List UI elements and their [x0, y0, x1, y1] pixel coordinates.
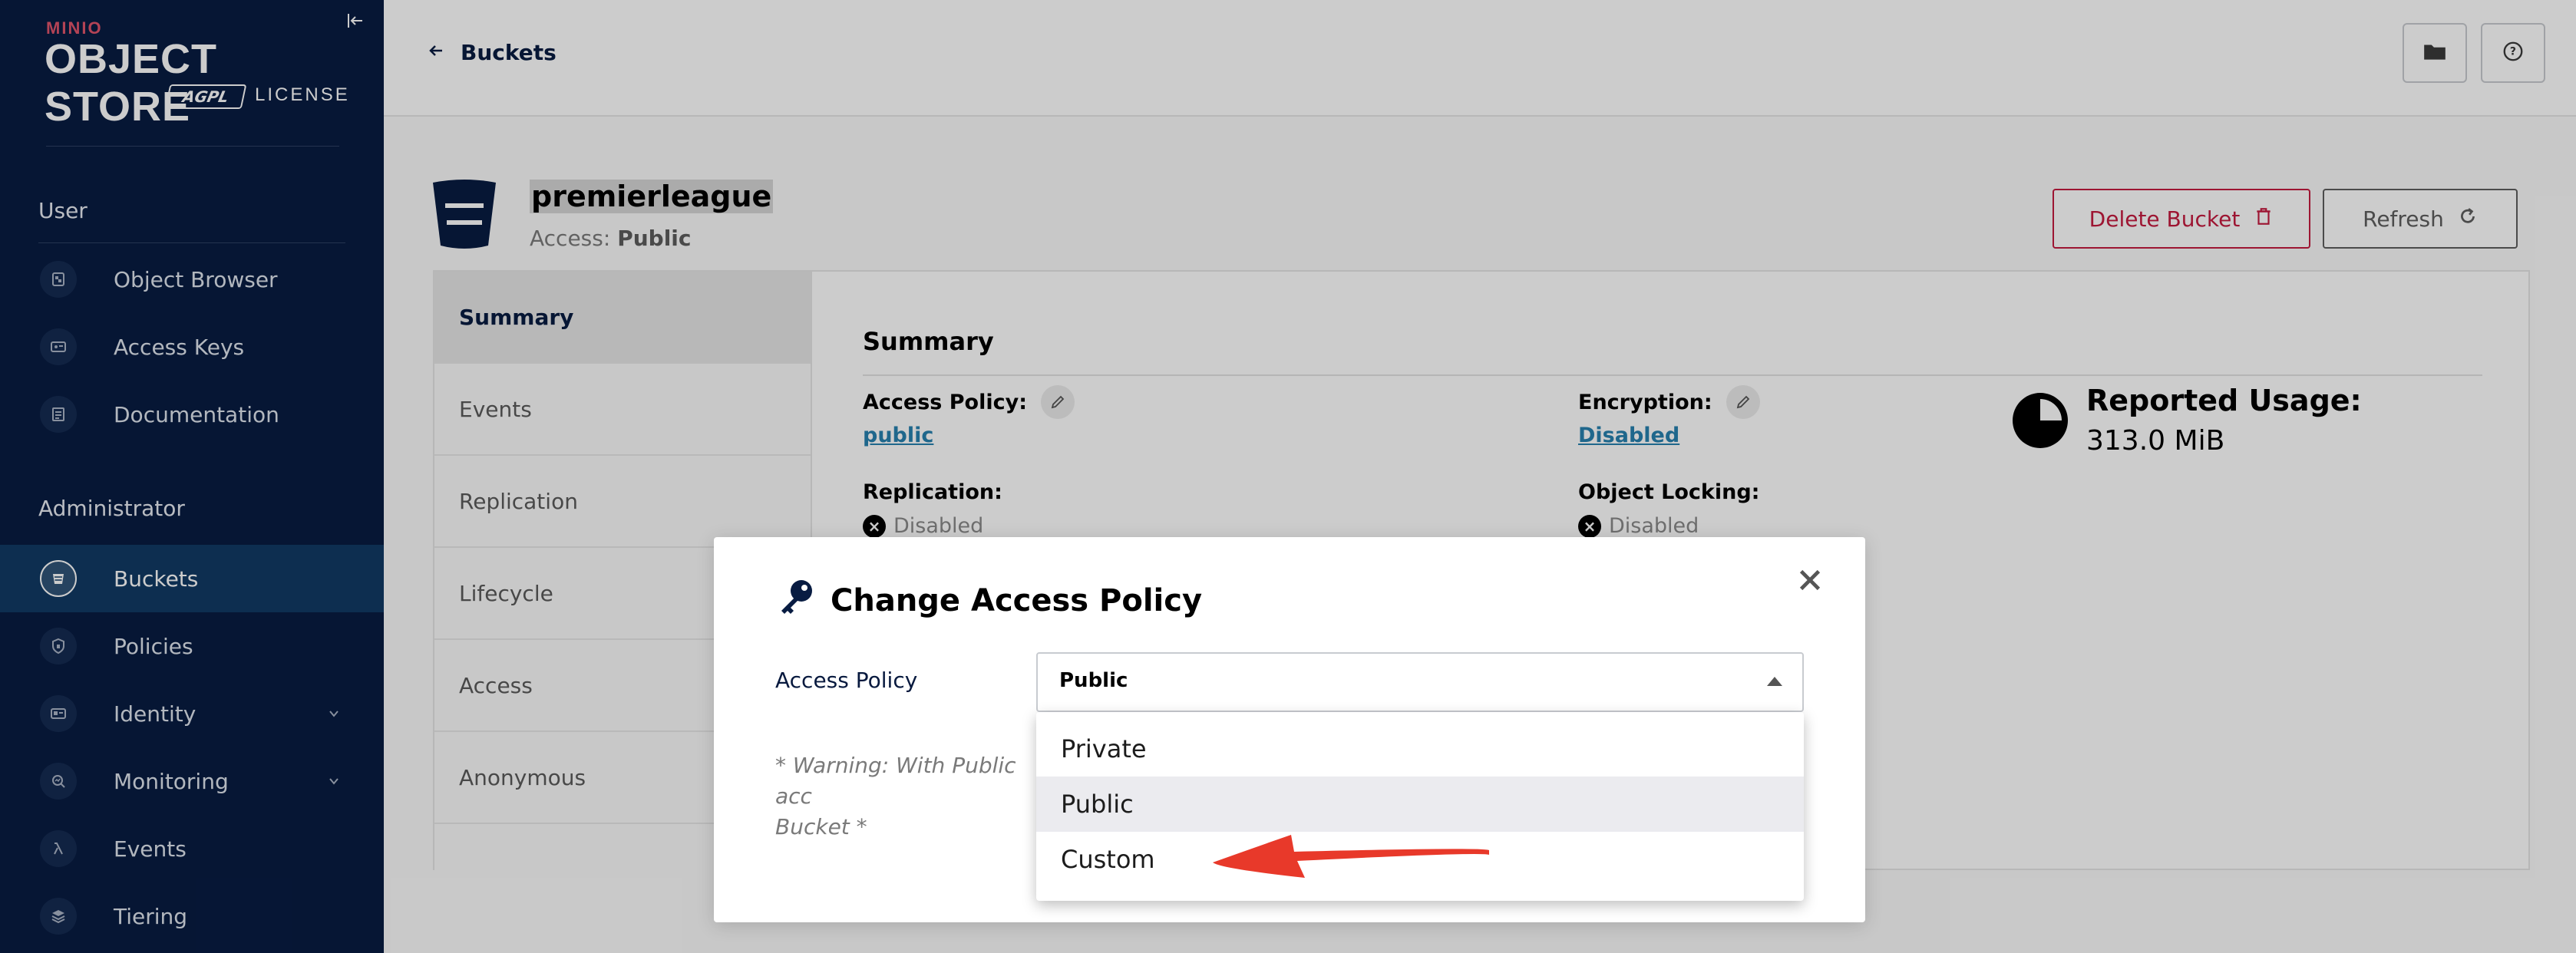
dialog-title-text: Change Access Policy — [831, 583, 1203, 618]
public-access-warning: * Warning: With Public acc Bucket * — [775, 750, 1052, 843]
close-dialog-button[interactable] — [1788, 560, 1831, 603]
option-private[interactable]: Private — [1036, 721, 1804, 777]
key-icon — [775, 575, 818, 626]
close-icon — [1795, 566, 1825, 598]
access-policy-field-label: Access Policy — [775, 668, 918, 693]
warning-line: Bucket * — [775, 814, 867, 839]
annotation-arrow-icon — [1205, 830, 1497, 892]
dialog-title: Change Access Policy — [775, 575, 1202, 626]
option-public[interactable]: Public — [1036, 777, 1804, 832]
caret-up-icon — [1767, 677, 1782, 686]
access-policy-select[interactable]: Public — [1036, 652, 1804, 712]
access-policy-selected-value: Public — [1059, 669, 1128, 692]
warning-line: * Warning: With Public acc — [775, 753, 1016, 809]
